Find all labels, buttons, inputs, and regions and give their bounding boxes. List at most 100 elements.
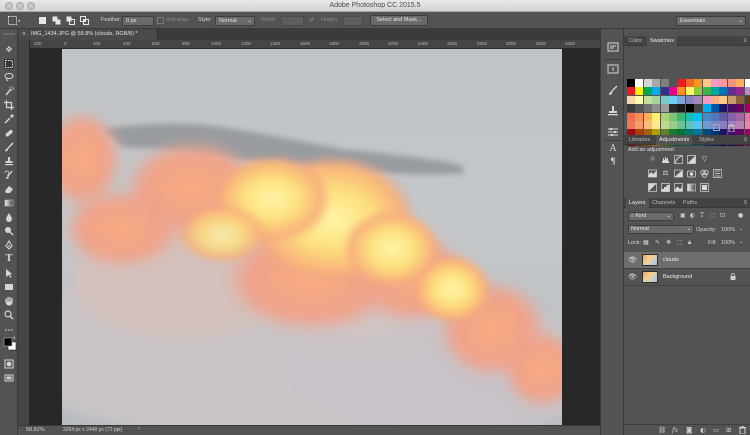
swatch[interactable]	[643, 95, 652, 104]
swatch[interactable]	[685, 121, 694, 129]
swatch[interactable]	[685, 95, 694, 104]
swatch[interactable]	[627, 79, 635, 87]
trash-icon[interactable]	[728, 124, 735, 133]
curves-icon[interactable]	[674, 155, 683, 164]
vertical-ruler[interactable]	[18, 40, 30, 425]
fx-icon[interactable]: fx	[672, 426, 678, 434]
swatch[interactable]	[669, 104, 677, 113]
gradient-tool-icon[interactable]	[4, 198, 14, 208]
black-white-icon[interactable]	[674, 169, 683, 178]
trash-icon[interactable]	[739, 426, 746, 435]
swatch[interactable]	[685, 112, 694, 121]
swap-dimensions-icon[interactable]: ⇄	[309, 12, 314, 29]
tab-libraries[interactable]: Libraries	[626, 135, 653, 145]
dodge-tool-icon[interactable]	[4, 226, 14, 236]
levels-icon[interactable]	[661, 155, 670, 164]
type-tool-icon[interactable]: T	[4, 254, 14, 264]
screen-mode-icon[interactable]	[4, 373, 14, 383]
swatch[interactable]	[660, 121, 669, 129]
eraser-tool-icon[interactable]	[4, 184, 14, 194]
swatch[interactable]	[677, 104, 686, 113]
width-input[interactable]	[281, 16, 304, 26]
swatch[interactable]	[669, 121, 677, 129]
link-layers-icon[interactable]: ⛓	[658, 426, 666, 434]
color-swatches[interactable]	[3, 336, 17, 352]
layer-row[interactable]: 👁︎ Background	[624, 269, 750, 286]
swatch[interactable]	[702, 87, 711, 96]
tab-swatches[interactable]: Swatches	[647, 36, 677, 46]
swatch[interactable]	[744, 112, 750, 121]
swatch[interactable]	[677, 95, 686, 104]
swatch[interactable]	[702, 95, 711, 104]
hue-saturation-icon[interactable]	[648, 169, 657, 178]
lock-artboard-icon[interactable]: ⬚	[677, 239, 683, 246]
swatch[interactable]	[652, 112, 661, 121]
brush-presets-icon[interactable]	[607, 84, 619, 96]
lock-transparent-icon[interactable]: ▦	[643, 239, 649, 246]
swatch[interactable]	[635, 87, 644, 96]
swatch[interactable]	[736, 79, 745, 87]
chevron-down-icon[interactable]: ⌄	[739, 226, 743, 232]
new-layer-icon[interactable]: ⊞	[726, 426, 731, 434]
swatch[interactable]	[711, 95, 719, 104]
swatch[interactable]	[660, 87, 669, 96]
swatch[interactable]	[635, 121, 644, 129]
swatch[interactable]	[736, 112, 745, 121]
swatch[interactable]	[685, 104, 694, 113]
swatch[interactable]	[744, 95, 750, 104]
swatch[interactable]	[694, 121, 703, 129]
pen-tool-icon[interactable]	[4, 240, 14, 250]
swatch[interactable]	[736, 95, 745, 104]
quick-mask-icon[interactable]	[4, 359, 14, 369]
swatch[interactable]	[736, 104, 745, 113]
marquee-preset-icon[interactable]	[8, 16, 21, 25]
chevron-down-icon[interactable]: ⌄	[739, 239, 743, 245]
swatch[interactable]	[660, 79, 669, 87]
add-to-selection-icon[interactable]	[52, 16, 61, 25]
swatch[interactable]	[669, 79, 677, 87]
layer-name[interactable]: clouds	[663, 257, 679, 263]
lasso-tool-icon[interactable]	[4, 72, 14, 82]
tab-adjustments[interactable]: Adjustments	[656, 135, 693, 145]
height-input[interactable]	[343, 16, 363, 26]
eye-icon[interactable]: 👁︎	[628, 273, 637, 281]
swatch[interactable]	[627, 95, 635, 104]
crop-tool-icon[interactable]	[4, 100, 14, 110]
swatch[interactable]	[694, 112, 703, 121]
swatch[interactable]	[727, 104, 736, 113]
subtract-from-selection-icon[interactable]	[66, 16, 75, 25]
color-lookup-icon[interactable]	[713, 169, 722, 178]
swatch[interactable]	[694, 104, 703, 113]
blur-tool-icon[interactable]	[4, 212, 14, 222]
swatch[interactable]	[694, 95, 703, 104]
swatch[interactable]	[635, 104, 644, 113]
swatch[interactable]	[627, 121, 635, 129]
swatch[interactable]	[652, 95, 661, 104]
swatch[interactable]	[635, 112, 644, 121]
channel-mixer-icon[interactable]	[700, 169, 709, 178]
swatch[interactable]	[719, 79, 728, 87]
swatch[interactable]	[694, 79, 703, 87]
photo-filter-icon[interactable]	[687, 169, 696, 178]
swatch[interactable]	[719, 121, 728, 129]
canvas-pasteboard[interactable]	[30, 49, 600, 425]
lock-image-icon[interactable]: ✎	[655, 239, 660, 246]
feather-input[interactable]: 0 px	[122, 16, 154, 26]
history-panel-icon[interactable]	[607, 41, 619, 53]
selective-color-icon[interactable]	[700, 183, 709, 192]
filter-toggle-icon[interactable]: ●	[738, 212, 743, 219]
panel-menu-icon[interactable]: ≡	[743, 198, 747, 208]
swatch[interactable]	[677, 79, 686, 87]
swatch[interactable]	[635, 95, 644, 104]
color-balance-icon[interactable]: ⚖	[661, 169, 670, 178]
toolbar-grip[interactable]	[3, 33, 15, 35]
brightness-contrast-icon[interactable]: ☼	[648, 155, 657, 164]
properties-panel-icon[interactable]	[607, 126, 619, 138]
opacity-value[interactable]: 100%	[721, 227, 735, 233]
swatch[interactable]	[627, 104, 635, 113]
swatch[interactable]	[727, 95, 736, 104]
swatch[interactable]	[677, 121, 686, 129]
new-selection-icon[interactable]	[38, 16, 47, 25]
move-tool-icon[interactable]: ✥	[4, 45, 14, 55]
swatch[interactable]	[711, 112, 719, 121]
